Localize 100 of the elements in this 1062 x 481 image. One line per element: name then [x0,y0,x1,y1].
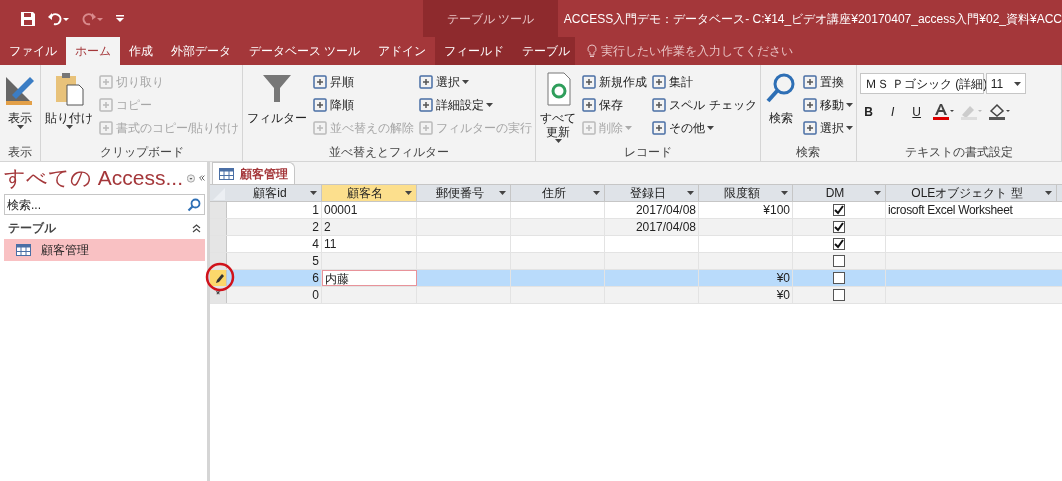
ribbon-button[interactable]: 貼り付け [44,71,94,129]
command-icon [651,96,668,113]
checkbox[interactable] [833,221,845,233]
ribbon-tab[interactable]: アドイン [369,37,436,65]
group-label: 検索 [795,144,822,161]
ribbon-button[interactable]: 新規作成 [581,71,648,92]
command-icon [312,96,329,113]
caret-icon [499,191,506,195]
command-icon [418,119,435,136]
column-header[interactable]: 顧客名 [322,185,417,201]
caret-icon [65,125,73,129]
save-icon [20,10,36,27]
command-icon [98,96,114,113]
ribbon-tab[interactable]: 作成 [120,37,162,65]
lightbulb-icon [587,44,598,58]
caret-icon [707,125,715,130]
nav-pane-title: すべての Access... [4,165,184,192]
checkbox[interactable] [833,238,845,250]
caret-icon [593,191,600,195]
caret-icon [1013,81,1021,86]
collapse-icon [198,173,205,183]
command-icon [581,119,598,136]
command-icon [418,73,435,90]
ribbon-tab[interactable]: フィールド [435,37,514,65]
table-icon [16,244,31,256]
undo-icon [48,11,70,26]
highlight-icon [959,103,982,121]
ribbon-button[interactable]: 降順 [312,94,355,115]
column-header[interactable]: OLEオブジェクト 型 [886,185,1057,201]
command-icon [312,73,329,90]
ribbon-button[interactable]: 検索 [763,71,798,125]
ribbon-tab[interactable]: テーブル [513,37,580,65]
column-header[interactable]: DM [793,185,886,201]
row-selector[interactable] [210,270,227,286]
format-button[interactable]: U [907,102,926,122]
ribbon-button[interactable]: 集計 [651,71,694,92]
ribbon-tab[interactable]: ファイル [0,37,66,65]
format-button[interactable]: B [859,102,878,122]
table-cell: 4 [227,236,322,252]
group-label: クリップボード [98,144,185,161]
ribbon-button[interactable]: フィルター [246,71,309,125]
nav-item[interactable]: 顧客管理 [4,239,205,261]
command-icon [581,96,598,113]
command-icon [581,73,598,90]
ribbon-tab[interactable]: 外部データ [162,37,240,65]
command-icon [801,96,818,113]
highlight-circle [205,262,235,292]
table-cell: 0 [227,287,322,303]
tell-me-field[interactable]: 実行したい作業を入力してください [601,42,794,60]
ribbon-tab[interactable]: データベース ツール [240,37,370,65]
format-button[interactable]: I [883,102,902,122]
caret-icon [845,125,853,130]
ribbon-command-icon [53,71,85,107]
search-field[interactable]: 検索... [4,194,205,215]
column-header[interactable]: 郵便番号 [417,185,511,201]
caret-icon [405,191,412,195]
table-cell: 2 [322,219,417,235]
dropdown-icon [187,171,195,185]
group-label: 並べ替えとフィルター [328,144,451,161]
ribbon-button[interactable]: 保存 [581,94,624,115]
command-icon [801,119,818,136]
ribbon-button[interactable]: 詳細設定 [418,94,494,115]
ribbon-button[interactable]: 置換 [801,71,844,92]
ribbon-button[interactable]: 移動 [801,94,853,115]
ribbon-button[interactable]: 選択 [801,117,853,138]
checkbox[interactable] [833,255,845,267]
font-name-field[interactable]: ＭＳ Ｐゴシック (詳細) [859,73,984,94]
table-cell: 00001 [322,202,417,218]
table-cell: 2017/04/08 [605,202,699,218]
document-tab[interactable]: 顧客管理 [212,162,295,184]
column-header[interactable]: 限度額 [699,185,793,201]
command-icon [651,119,668,136]
command-icon [801,73,818,90]
table-cell: 1 [227,202,322,218]
ribbon-button[interactable]: 昇順 [312,71,355,92]
caret-icon [845,102,853,107]
font-size-field[interactable]: 11 [985,73,1026,94]
collapse-icon [192,223,201,233]
checkbox[interactable] [833,272,845,284]
column-header[interactable]: 登録日 [605,185,699,201]
caret-icon [625,125,633,130]
table-cell: 2017/04/08 [605,219,699,235]
customize-icon [116,14,124,23]
ribbon-button[interactable]: 選択 [418,71,470,92]
ribbon-button[interactable]: スペル チェック [651,94,757,115]
context-tools-label: テーブル ツール [422,0,558,37]
command-icon [98,73,114,90]
checkbox[interactable] [833,289,845,301]
ribbon-button[interactable]: 表示 [3,71,37,129]
ribbon-button[interactable]: すべて 更新 [539,71,578,143]
window-title: ACCESS入門デモ：データベース- C:¥14_ビデオ講座¥20170407_access入門¥02_資料¥ACC [562,11,1062,28]
checkbox[interactable] [833,204,845,216]
font-color-icon [931,103,954,121]
caret-icon [554,139,562,143]
table-cell-text: icrosoft Excel Worksheet [887,202,1014,218]
search-icon [187,197,201,212]
column-header[interactable]: 住所 [511,185,605,201]
cell-input[interactable]: 内藤 [322,270,417,286]
ribbon-tab[interactable]: ホーム [66,37,120,65]
ribbon-button[interactable]: その他 [651,117,715,138]
